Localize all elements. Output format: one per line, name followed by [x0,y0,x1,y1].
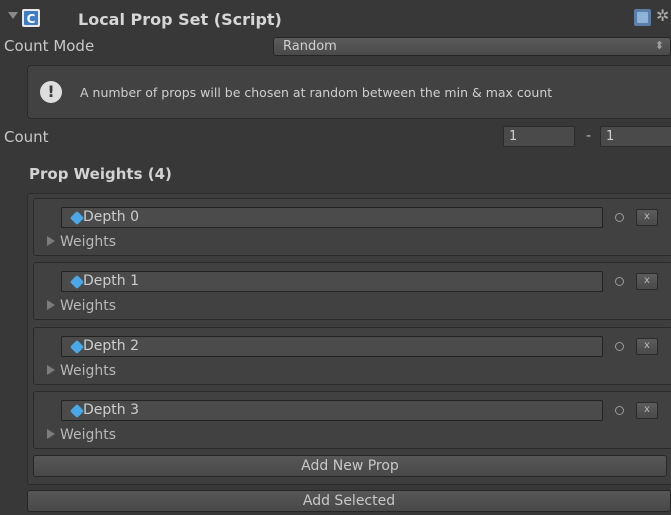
svg-text:C: C [27,12,36,26]
prop-object-name: Depth 2 [83,338,139,354]
prop-object-name: Depth 1 [83,273,139,289]
prefab-cube-icon [69,339,85,355]
count-separator: - [586,128,592,144]
prefab-cube-icon [69,274,85,290]
count-max-field[interactable]: 1 [600,126,671,147]
prop-object-field[interactable]: Depth 3 [61,400,603,421]
prop-object-field[interactable]: Depth 1 [61,271,603,292]
object-picker-icon[interactable] [615,213,624,222]
dropdown-arrows-icon: ⬍ [654,39,664,52]
triangle-right-icon [47,365,55,375]
weights-foldout[interactable]: Weights [47,363,116,379]
script-icon: C [22,9,40,27]
weights-label: Weights [60,298,117,314]
prefab-cube-icon [69,403,85,419]
help-box: ! A number of props will be chosen at ra… [27,65,671,119]
prop-weights-title: Prop Weights (4) [29,165,172,183]
component-title: Local Prop Set (Script) [78,10,282,29]
prop-item: Depth 0 x Weights [33,198,671,256]
prop-item: Depth 1 x Weights [33,262,671,320]
remove-prop-button[interactable]: x [636,209,658,226]
add-selected-button[interactable]: Add Selected [27,490,671,512]
weights-label: Weights [60,363,117,379]
object-picker-icon[interactable] [615,277,624,286]
help-icon[interactable] [634,9,651,26]
weights-label: Weights [60,427,117,443]
triangle-right-icon [47,300,55,310]
add-new-prop-button[interactable]: Add New Prop [33,455,667,477]
triangle-right-icon [47,236,55,246]
prop-object-field[interactable]: Depth 0 [61,207,603,228]
count-mode-dropdown[interactable]: Random ⬍ [273,37,671,56]
help-message: A number of props will be chosen at rand… [80,85,553,100]
prop-object-name: Depth 3 [83,402,139,418]
foldout-arrow-icon[interactable] [8,12,18,19]
count-mode-label: Count Mode [4,37,95,55]
remove-prop-button[interactable]: x [636,338,658,355]
prop-object-field[interactable]: Depth 2 [61,336,603,357]
triangle-right-icon [47,429,55,439]
prop-object-name: Depth 0 [83,209,139,225]
count-label: Count [4,128,49,146]
count-mode-value: Random [283,39,337,54]
weights-foldout[interactable]: Weights [47,298,116,314]
weights-label: Weights [60,234,117,250]
remove-prop-button[interactable]: x [636,273,658,290]
prop-item: Depth 3 x Weights [33,391,671,449]
weights-foldout[interactable]: Weights [47,234,116,250]
prefab-cube-icon [69,210,85,226]
prop-item: Depth 2 x Weights [33,327,671,385]
object-picker-icon[interactable] [615,406,624,415]
exclamation-icon: ! [40,81,62,103]
count-min-field[interactable]: 1 [503,126,575,147]
weights-foldout[interactable]: Weights [47,427,116,443]
component-header: C Local Prop Set (Script) ✲ [0,0,671,36]
gear-icon[interactable]: ✲ [656,8,671,24]
object-picker-icon[interactable] [615,342,624,351]
remove-prop-button[interactable]: x [636,402,658,419]
